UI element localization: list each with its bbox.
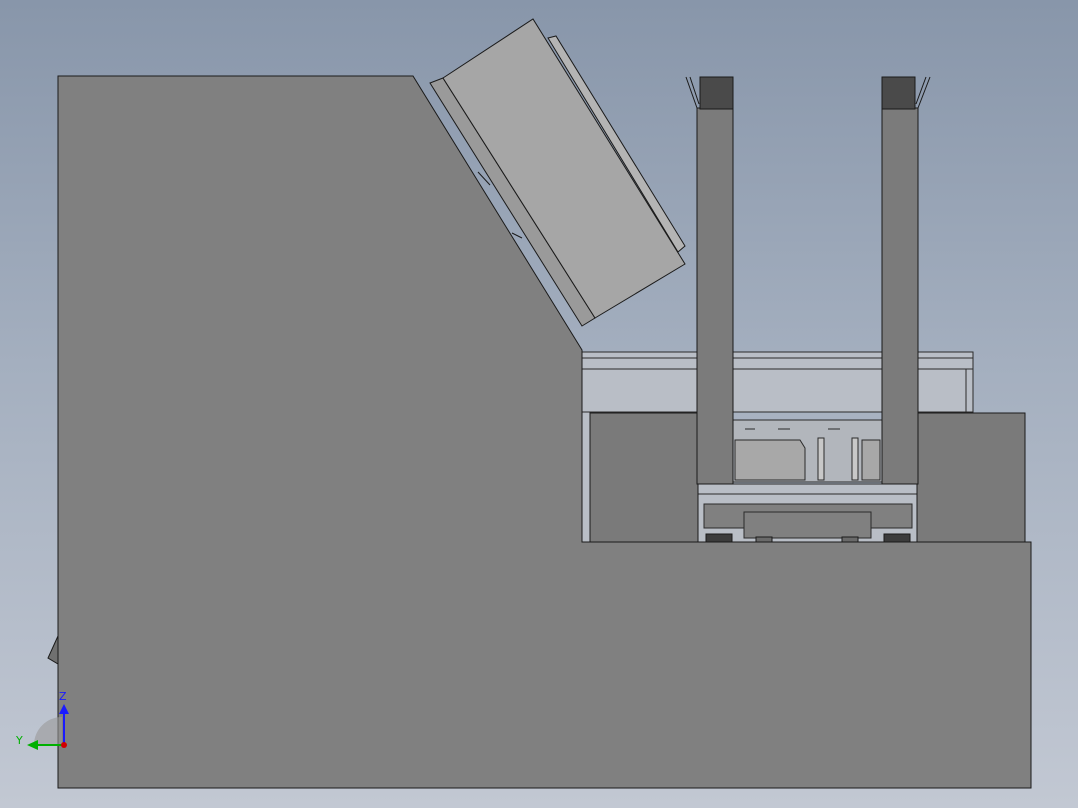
model-drawing[interactable]: Z Y [0,0,1078,808]
z-axis-label: Z [59,690,67,703]
left-side-block [589,412,699,543]
coordinate-triad[interactable]: Z Y [15,690,69,750]
cad-viewport[interactable]: Z Y [0,0,1078,808]
right-side-block [916,412,1026,543]
x-axis-dot [61,742,67,748]
y-axis-label: Y [15,734,23,747]
edge-notch [47,635,59,665]
